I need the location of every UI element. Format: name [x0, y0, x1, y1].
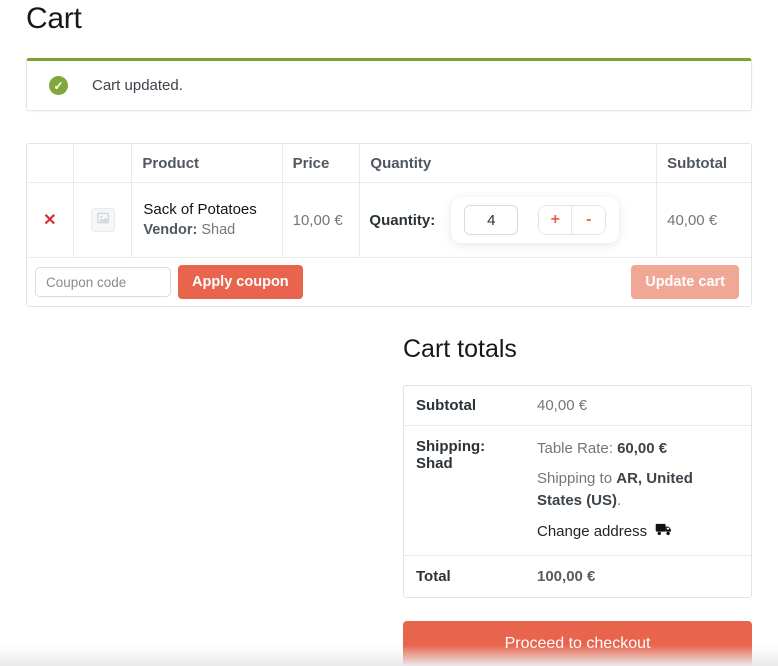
shipping-label-line2: Shad	[416, 455, 453, 472]
change-address-label: Change address	[537, 522, 648, 540]
header-remove	[27, 144, 74, 183]
quantity-stepper: + -	[451, 197, 620, 243]
shipping-to-suffix: .	[617, 492, 622, 509]
page-content: Cart ✓ Cart updated. Product Price Quant…	[26, 0, 752, 666]
vendor-label: Vendor:	[143, 222, 198, 239]
shipping-to-prefix: Shipping to	[537, 469, 617, 487]
page-title: Cart	[26, 2, 82, 35]
product-name-link[interactable]: Sack of Potatoes	[143, 199, 270, 221]
quantity-stepper-buttons: + -	[538, 205, 607, 235]
quantity-cell: Quantity: + -	[360, 183, 658, 258]
apply-coupon-button[interactable]: Apply coupon	[178, 265, 303, 299]
line-subtotal-cell: 40,00 €	[657, 183, 751, 258]
total-label: Total	[404, 554, 525, 597]
cart-actions-row: Apply coupon Update cart	[27, 258, 751, 306]
cart-updated-notice: ✓ Cart updated.	[26, 58, 752, 111]
coupon-code-input[interactable]	[35, 267, 171, 297]
subtotal-row: Subtotal 40,00 €	[404, 386, 751, 425]
thumbnail-cell	[73, 183, 133, 258]
shipping-rate-line: Table Rate: 60,00 €	[537, 438, 739, 461]
shipping-destination-line: Shipping to AR, United States (US).	[537, 468, 739, 513]
cart-totals-section: Cart totals Subtotal 40,00 € Shipping: S…	[403, 335, 752, 666]
header-price: Price	[282, 144, 361, 183]
quantity-decrease-button[interactable]: -	[572, 206, 606, 234]
cart-totals-title: Cart totals	[403, 335, 517, 363]
total-value: 100,00 €	[537, 567, 596, 585]
vendor-name: Shad	[201, 222, 236, 239]
product-thumbnail[interactable]	[90, 208, 115, 232]
check-circle-icon: ✓	[49, 76, 68, 95]
notice-message: Cart updated.	[92, 77, 183, 94]
price-cell: 10,00 €	[282, 183, 361, 258]
image-placeholder-icon	[96, 211, 110, 229]
total-row: Total 100,00 €	[404, 554, 751, 597]
shipping-row: Shipping: Shad Table Rate: 60,00 € Shipp…	[404, 425, 751, 555]
shipping-method-label: Table Rate:	[537, 440, 613, 457]
product-vendor: Vendor: Shad	[143, 220, 270, 241]
shipping-label: Shipping: Shad	[404, 425, 525, 555]
update-cart-button[interactable]: Update cart	[631, 265, 739, 299]
delivery-truck-icon	[655, 522, 672, 541]
subtotal-label: Subtotal	[416, 397, 476, 414]
product-cell: Sack of Potatoes Vendor: Shad	[132, 183, 283, 258]
header-product: Product	[132, 144, 283, 183]
quantity-increase-button[interactable]: +	[539, 206, 573, 234]
header-quantity: Quantity	[360, 144, 658, 183]
remove-item-icon[interactable]: ✕	[43, 210, 56, 230]
cart-item-row: ✕ Sack of Potatoes Vendor: Shad 10,00 € …	[27, 183, 751, 258]
cart-header-row: Product Price Quantity Subtotal	[27, 144, 751, 183]
quantity-label: Quantity:	[369, 211, 436, 229]
cart-totals-table: Subtotal 40,00 € Shipping: Shad Table Ra…	[403, 385, 752, 598]
remove-item-cell: ✕	[27, 183, 74, 258]
header-thumbnail	[73, 144, 133, 183]
subtotal-value: 40,00 €	[537, 397, 588, 414]
shipping-cost: 60,00 €	[617, 440, 668, 457]
quantity-input[interactable]	[464, 205, 519, 235]
shipping-details: Table Rate: 60,00 € Shipping to AR, Unit…	[525, 425, 751, 555]
cart-table: Product Price Quantity Subtotal ✕ Sack o…	[26, 143, 752, 307]
change-address-link[interactable]: Change address	[537, 522, 739, 541]
header-subtotal: Subtotal	[657, 144, 751, 183]
page-bottom-fade	[0, 645, 778, 666]
shipping-label-line1: Shipping:	[416, 438, 486, 455]
